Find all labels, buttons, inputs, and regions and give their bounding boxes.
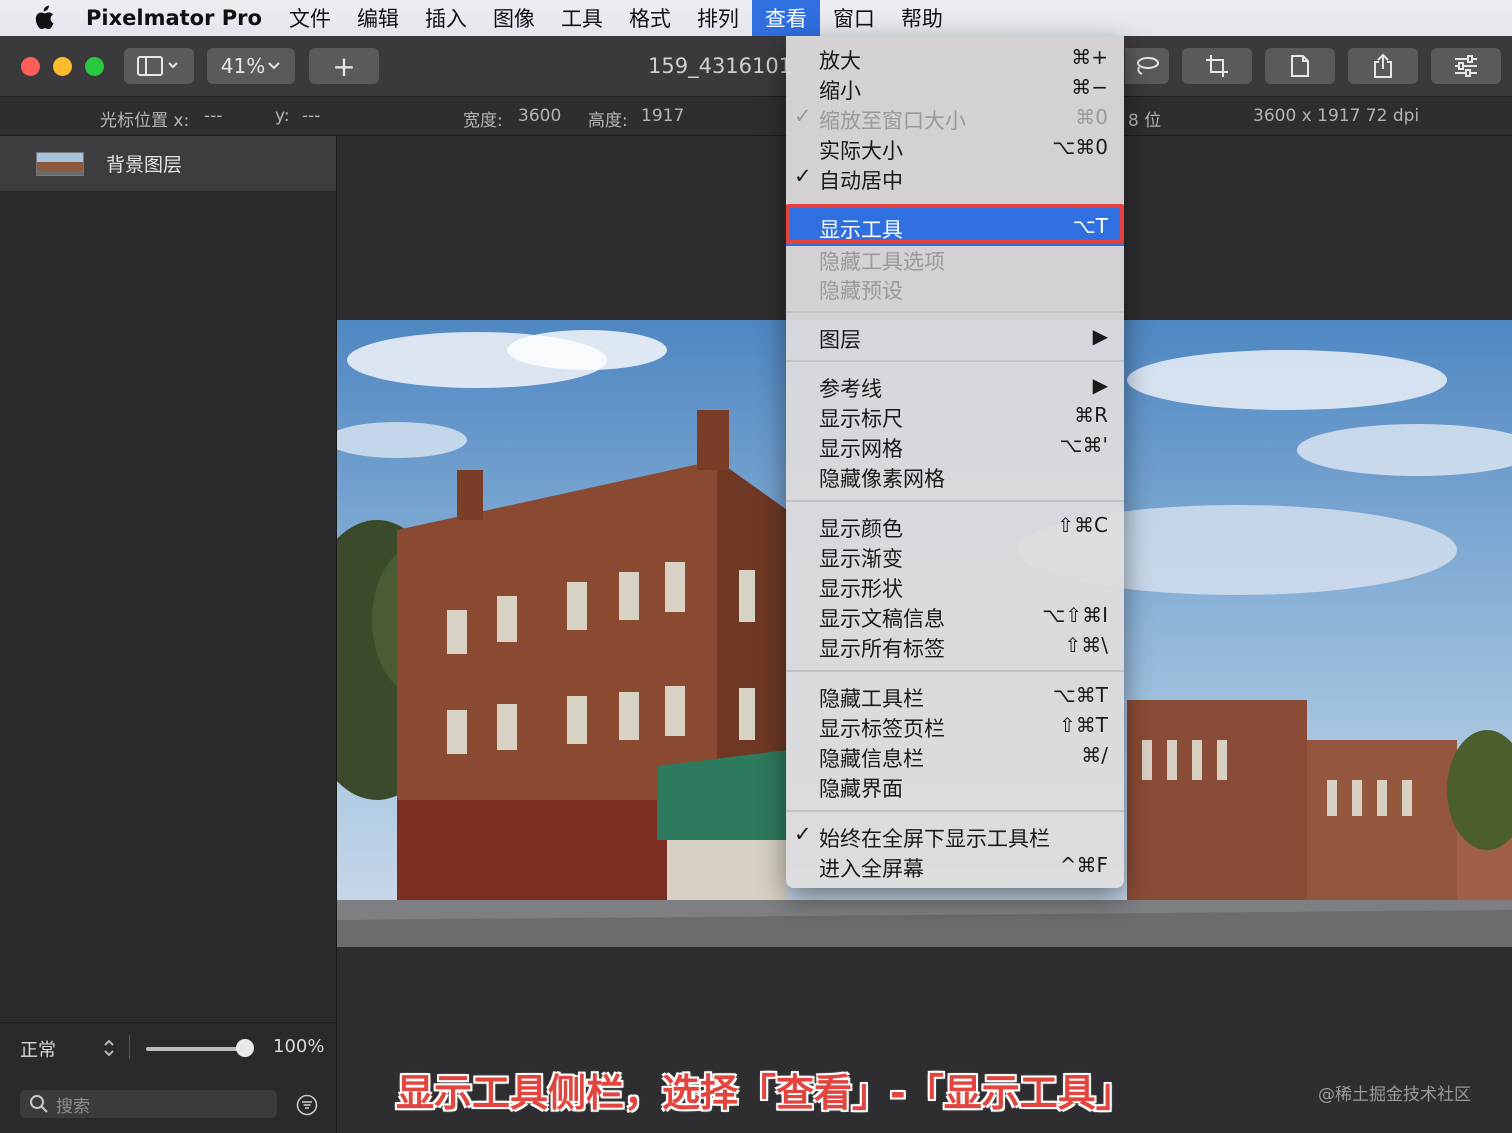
layer-search-input[interactable]: 搜索 <box>20 1090 277 1118</box>
resolution-info: 3600 x 1917 72 dpi <box>1253 106 1420 126</box>
menu-window[interactable]: 窗口 <box>820 0 888 36</box>
menu-item-show-colors[interactable]: 显示颜色 ⇧⌘C <box>786 510 1124 541</box>
menu-separator <box>786 360 1124 362</box>
menu-item-hide-info-bar[interactable]: 隐藏信息栏 ⌘/ <box>786 740 1124 771</box>
layer-row-background[interactable]: 背景图层 <box>0 136 336 191</box>
menu-item-show-rulers[interactable]: 显示标尺 ⌘R <box>786 400 1124 431</box>
menu-item-show-all-tags[interactable]: 显示所有标签 ⇧⌘\ <box>786 630 1124 661</box>
minimize-window-button[interactable] <box>53 57 72 76</box>
bit-depth: 8 位 <box>1128 111 1162 131</box>
up-down-chevron-icon[interactable] <box>102 1038 116 1058</box>
cursor-y-value: --- <box>302 106 321 126</box>
info-bar: 光标位置 x: --- y: --- 宽度: 3600 高度: 1917 8 位… <box>0 97 1512 136</box>
watermark: @稀土掘金技术社区 <box>1318 1085 1471 1105</box>
opacity-slider[interactable] <box>146 1047 244 1051</box>
menu-separator <box>786 670 1124 672</box>
crop-icon <box>1206 55 1228 77</box>
apple-icon[interactable] <box>18 0 68 36</box>
menu-item-show-gradients[interactable]: 显示渐变 <box>786 540 1124 571</box>
menu-edit[interactable]: 编辑 <box>344 0 412 36</box>
menu-item-enter-fullscreen[interactable]: 进入全屏幕 ^⌘F <box>786 850 1124 881</box>
checkmark-icon: ✓ <box>794 104 812 128</box>
cursor-x-label: 光标位置 x: <box>100 111 190 131</box>
adjustments-button[interactable] <box>1431 48 1501 84</box>
menu-insert[interactable]: 插入 <box>412 0 480 36</box>
submenu-arrow-icon: ▶ <box>1092 324 1108 348</box>
submenu-arrow-icon: ▶ <box>1092 373 1108 397</box>
zoom-select[interactable]: 41% <box>207 48 295 84</box>
share-button[interactable] <box>1348 48 1418 84</box>
menu-item-zoom-out[interactable]: 缩小 ⌘− <box>786 72 1124 103</box>
menu-item-always-show-toolbar-fullscreen[interactable]: ✓ 始终在全屏下显示工具栏 <box>786 820 1124 851</box>
add-button[interactable]: + <box>309 48 379 84</box>
menu-help[interactable]: 帮助 <box>888 0 956 36</box>
layer-thumbnail <box>36 151 84 176</box>
menu-item-show-tab-bar[interactable]: 显示标签页栏 ⇧⌘T <box>786 710 1124 741</box>
menu-item-hide-interface[interactable]: 隐藏界面 <box>786 770 1124 801</box>
document-icon <box>1291 55 1309 77</box>
cursor-x-value: --- <box>204 106 223 126</box>
app-name-menu[interactable]: Pixelmator Pro <box>86 6 262 30</box>
menu-item-layers[interactable]: 图层 ▶ <box>786 321 1124 352</box>
close-window-button[interactable] <box>21 57 40 76</box>
menu-item-zoom-in[interactable]: 放大 ⌘+ <box>786 42 1124 73</box>
menu-file[interactable]: 文件 <box>276 0 344 36</box>
width-label: 宽度: <box>463 111 503 131</box>
search-placeholder: 搜索 <box>56 1096 90 1117</box>
window-toolbar: 41% + 159_4316101 <box>0 36 1512 97</box>
menu-image[interactable]: 图像 <box>480 0 548 36</box>
menu-tools[interactable]: 工具 <box>548 0 616 36</box>
opacity-slider-handle[interactable] <box>236 1039 254 1057</box>
view-menu-dropdown: 放大 ⌘+ 缩小 ⌘− ✓ 缩放至窗口大小 ⌘0 实际大小 ⌥⌘0 ✓ 自动居中 显示工具 ⌥… <box>786 36 1124 888</box>
annotation-highlight-box <box>786 204 1124 244</box>
layers-sidebar: 背景图层 正常 100% 搜索 <box>0 136 337 1133</box>
menu-item-hide-pixel-grid[interactable]: 隐藏像素网格 <box>786 460 1124 491</box>
menu-item-auto-center[interactable]: ✓ 自动居中 <box>786 162 1124 193</box>
width-value: 3600 <box>518 106 562 126</box>
menu-separator <box>786 810 1124 812</box>
menu-format[interactable]: 格式 <box>616 0 684 36</box>
zoom-window-button[interactable] <box>85 57 104 76</box>
filter-icon[interactable] <box>296 1094 318 1116</box>
tutorial-caption: 显示工具侧栏，选择「查看」-「显示工具」 <box>396 1071 1134 1115</box>
menu-item-hide-toolbar[interactable]: 隐藏工具栏 ⌥⌘T <box>786 680 1124 711</box>
menu-item-show-shapes[interactable]: 显示形状 <box>786 570 1124 601</box>
menu-view[interactable]: 查看 <box>751 0 820 36</box>
document-title: 159_4316101 <box>648 54 793 78</box>
sliders-icon <box>1455 55 1477 77</box>
menu-item-hide-presets: 隐藏预设 <box>819 279 903 303</box>
menu-item-guides[interactable]: 参考线 ▶ <box>786 370 1124 401</box>
menu-separator <box>786 500 1124 502</box>
crop-button[interactable] <box>1182 48 1252 84</box>
height-label: 高度: <box>588 111 628 131</box>
blend-mode-select[interactable]: 正常 <box>20 1036 56 1062</box>
menu-item-show-grid[interactable]: 显示网格 ⌥⌘' <box>786 430 1124 461</box>
cursor-y-label: y: <box>275 106 290 126</box>
menu-separator <box>786 311 1124 313</box>
sidebar-toggle-button[interactable] <box>124 48 194 84</box>
height-value: 1917 <box>641 106 685 126</box>
menu-item-actual-size[interactable]: 实际大小 ⌥⌘0 <box>786 132 1124 163</box>
checkmark-icon: ✓ <box>794 164 812 188</box>
chevron-down-icon <box>268 62 280 70</box>
search-icon <box>30 1095 48 1113</box>
layer-name: 背景图层 <box>106 154 183 176</box>
zoom-value: 41% <box>220 54 266 78</box>
blend-opacity-row: 正常 100% <box>0 1022 336 1073</box>
menu-bar: Pixelmator Pro 文件 编辑 插入 图像 工具 格式 排列 查看 窗… <box>0 0 1512 36</box>
lasso-icon <box>1137 57 1159 75</box>
opacity-value: 100% <box>273 1036 325 1057</box>
menu-item-hide-tool-options: 隐藏工具选项 <box>819 250 945 274</box>
sidebar-icon <box>137 56 178 76</box>
document-button[interactable] <box>1265 48 1335 84</box>
divider <box>129 1035 130 1059</box>
checkmark-icon: ✓ <box>794 822 812 846</box>
share-icon <box>1374 53 1392 78</box>
tool-shape-button[interactable] <box>1125 48 1169 84</box>
menu-item-show-document-info[interactable]: 显示文稿信息 ⌥⇧⌘I <box>786 600 1124 631</box>
menu-arrange[interactable]: 排列 <box>684 0 752 36</box>
menu-item-zoom-to-fit: ✓ 缩放至窗口大小 ⌘0 <box>794 104 1108 133</box>
